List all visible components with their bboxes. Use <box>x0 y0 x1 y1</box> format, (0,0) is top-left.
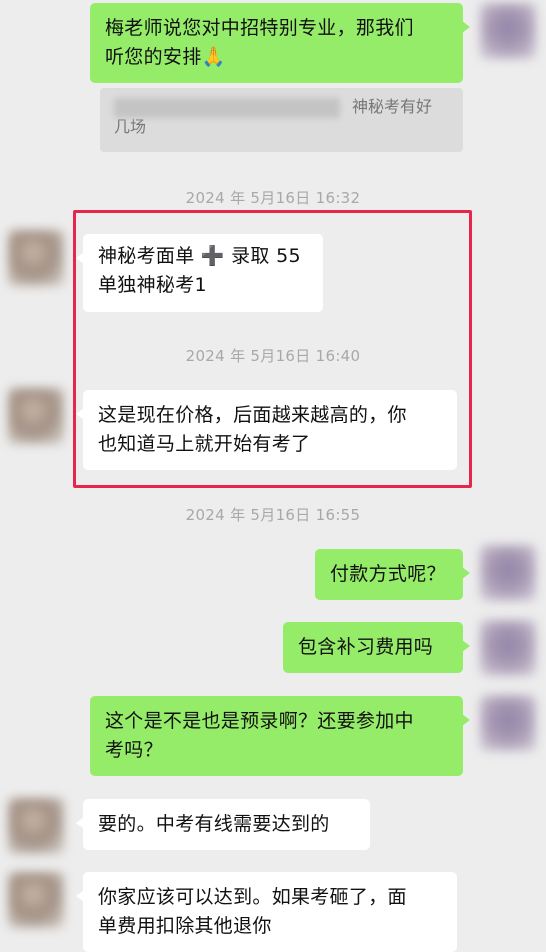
message-text: 付款方式呢？ <box>330 563 446 585</box>
avatar-contact[interactable] <box>8 798 64 854</box>
message-text: 考吗？ <box>105 739 163 761</box>
message-text: 单独神秘考1 <box>98 274 207 296</box>
avatar-contact[interactable] <box>8 230 64 286</box>
message-text: 神秘考面单 ➕ 录取 55 <box>98 245 301 267</box>
avatar-self[interactable] <box>480 695 536 751</box>
message-text: 梅老师说您对中招特别专业，那我们 <box>105 17 414 39</box>
message-bubble-incoming[interactable]: 神秘考面单 ➕ 录取 55 单独神秘考1 <box>76 234 323 312</box>
message-bubble-outgoing[interactable]: 付款方式呢？ <box>315 549 470 600</box>
message-bubble-outgoing[interactable]: 梅老师说您对中招特别专业，那我们 听您的安排🙏 <box>90 3 470 83</box>
message-bubble-incoming[interactable]: 这是现在价格，后面越来越高的，你 也知道马上就开始有考了 <box>76 390 457 470</box>
message-text: 要的。中考有线需要达到的 <box>98 813 330 835</box>
avatar-contact[interactable] <box>8 388 64 444</box>
message-bubble-incoming[interactable]: 要的。中考有线需要达到的 <box>76 799 370 850</box>
avatar-contact[interactable] <box>8 872 64 928</box>
message-text: 这个是不是也是预录啊？还要参加中 <box>105 710 414 732</box>
quote-text: 神秘考有好 <box>352 97 433 116</box>
timestamp: 2024 年 5月16日 16:40 <box>185 347 361 365</box>
message-text: 包含补习费用吗 <box>298 636 434 658</box>
quote-text: 几场 <box>114 117 147 136</box>
redacted-text <box>114 97 340 118</box>
message-text: 你家应该可以达到。如果考砸了，面 <box>98 886 407 908</box>
avatar-self[interactable] <box>480 545 536 601</box>
avatar-self[interactable] <box>480 620 536 676</box>
message-text: 听您的安排🙏 <box>105 46 226 68</box>
message-text: 也知道马上就开始有考了 <box>98 433 311 455</box>
message-bubble-outgoing[interactable]: 这个是不是也是预录啊？还要参加中 考吗？ <box>90 696 470 776</box>
message-text: 单费用扣除其他退你 <box>98 915 272 937</box>
timestamp: 2024 年 5月16日 16:32 <box>185 189 361 207</box>
message-bubble-incoming[interactable]: 你家应该可以达到。如果考砸了，面 单费用扣除其他退你 <box>76 872 457 952</box>
message-text: 这是现在价格，后面越来越高的，你 <box>98 404 407 426</box>
quoted-message[interactable]: 神秘考有好 几场 <box>100 88 463 152</box>
message-bubble-outgoing[interactable]: 包含补习费用吗 <box>283 622 470 673</box>
avatar-self[interactable] <box>480 3 536 59</box>
timestamp: 2024 年 5月16日 16:55 <box>185 506 361 524</box>
